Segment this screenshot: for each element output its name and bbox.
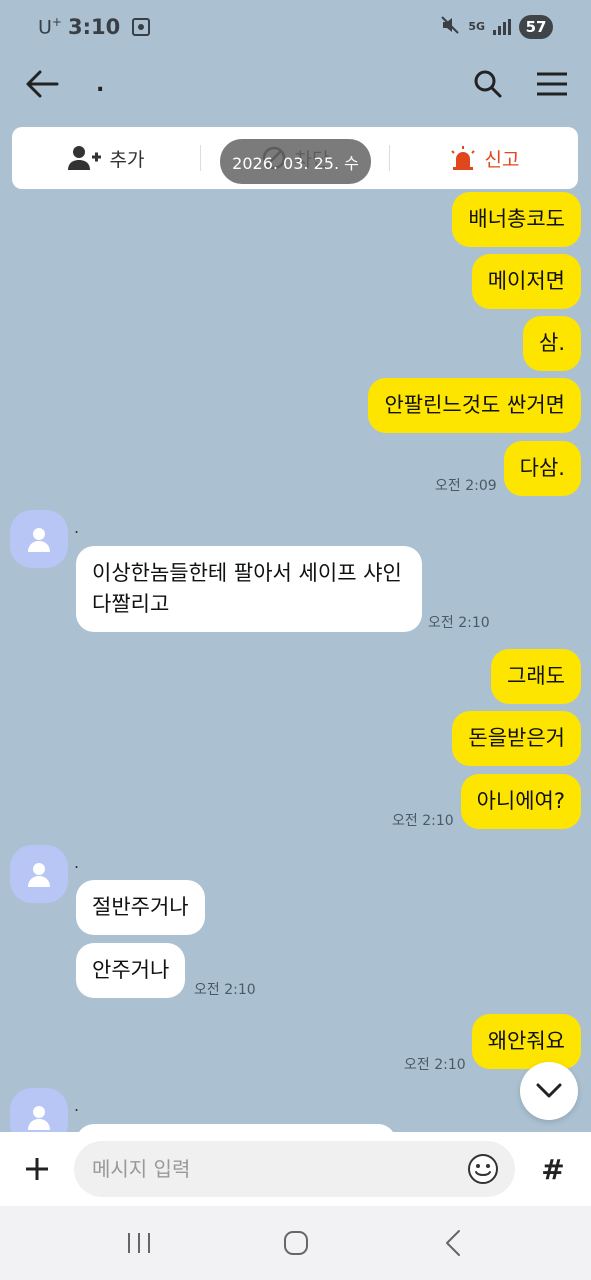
recents-icon[interactable] [114,1223,164,1263]
message-timestamp: 오전 2:09 [435,478,497,494]
add-friend-icon [67,146,101,170]
emoji-icon[interactable] [465,1151,501,1187]
chevron-down-icon [536,1083,562,1098]
sender-name: . [74,518,80,537]
menu-icon[interactable] [535,67,569,101]
add-friend-button[interactable]: 추가 [12,127,200,189]
my-message-bubble[interactable]: 배너총코도 [452,192,581,247]
screen-capture-icon [132,18,151,36]
their-message-bubble[interactable]: 이상한놈들한테 팔아서 세이프 샤인 다짤리고 [76,546,422,632]
my-message-bubble[interactable]: 다삼. [503,441,581,496]
avatar[interactable] [10,845,68,903]
my-message-bubble[interactable]: 왜안줘요 [471,1014,581,1069]
report-label: 신고 [484,148,520,171]
status-bar: U+ 3:10 5G 57 [0,0,591,54]
sender-name: . [74,853,80,872]
report-button[interactable]: 신고 [390,127,578,189]
clock: 3:10 [67,15,121,39]
their-message-bubble[interactable] [76,1124,396,1132]
message-timestamp: 오전 2:10 [392,813,454,829]
my-message-bubble[interactable]: 그래도 [491,649,581,704]
my-message-bubble[interactable]: 삼. [523,316,581,371]
my-message-bubble[interactable]: 아니에여? [460,774,581,829]
system-nav-bar [0,1206,591,1280]
siren-icon [450,146,475,170]
plus-icon[interactable] [12,1144,62,1194]
hash-icon[interactable]: # [527,1144,579,1194]
sender-name: . [74,1096,80,1115]
network-type-label: 5G [468,20,485,33]
search-icon[interactable] [471,67,505,101]
avatar[interactable] [10,510,68,568]
my-message-bubble[interactable]: 메이저면 [471,254,581,309]
date-indicator: 2026. 03. 25. 수 [220,139,371,184]
home-icon[interactable] [271,1223,321,1263]
avatar[interactable] [10,1088,68,1132]
my-message-bubble[interactable]: 안팔린느것도 싼거면 [368,378,581,433]
back-arrow-icon[interactable] [22,64,62,104]
carrier-label: U+ [38,15,62,39]
message-timestamp: 오전 2:10 [194,982,256,998]
their-message-bubble[interactable]: 절반주거나 [76,880,205,935]
my-message-bubble[interactable]: 돈을받은거 [452,711,581,766]
battery-indicator: 57 [519,15,553,39]
app-bar: . [0,54,591,114]
mute-icon [440,15,460,40]
message-input-bar: # [0,1132,591,1206]
add-friend-label: 추가 [109,148,145,171]
message-timestamp: 오전 2:10 [404,1057,466,1073]
chat-title: . [96,71,105,97]
message-input-container [74,1141,515,1197]
message-list[interactable]: 배너총코도 메이저면 삼. 안팔린느것도 싼거면 다삼. 오전 2:09 . 이… [0,130,591,1132]
message-timestamp: 오전 2:10 [428,615,490,631]
their-message-bubble[interactable]: 안주거나 [76,943,186,998]
signal-icon [493,19,511,35]
scroll-to-bottom-button[interactable] [520,1062,578,1120]
message-input[interactable] [92,1157,465,1181]
nav-back-icon[interactable] [428,1223,478,1263]
